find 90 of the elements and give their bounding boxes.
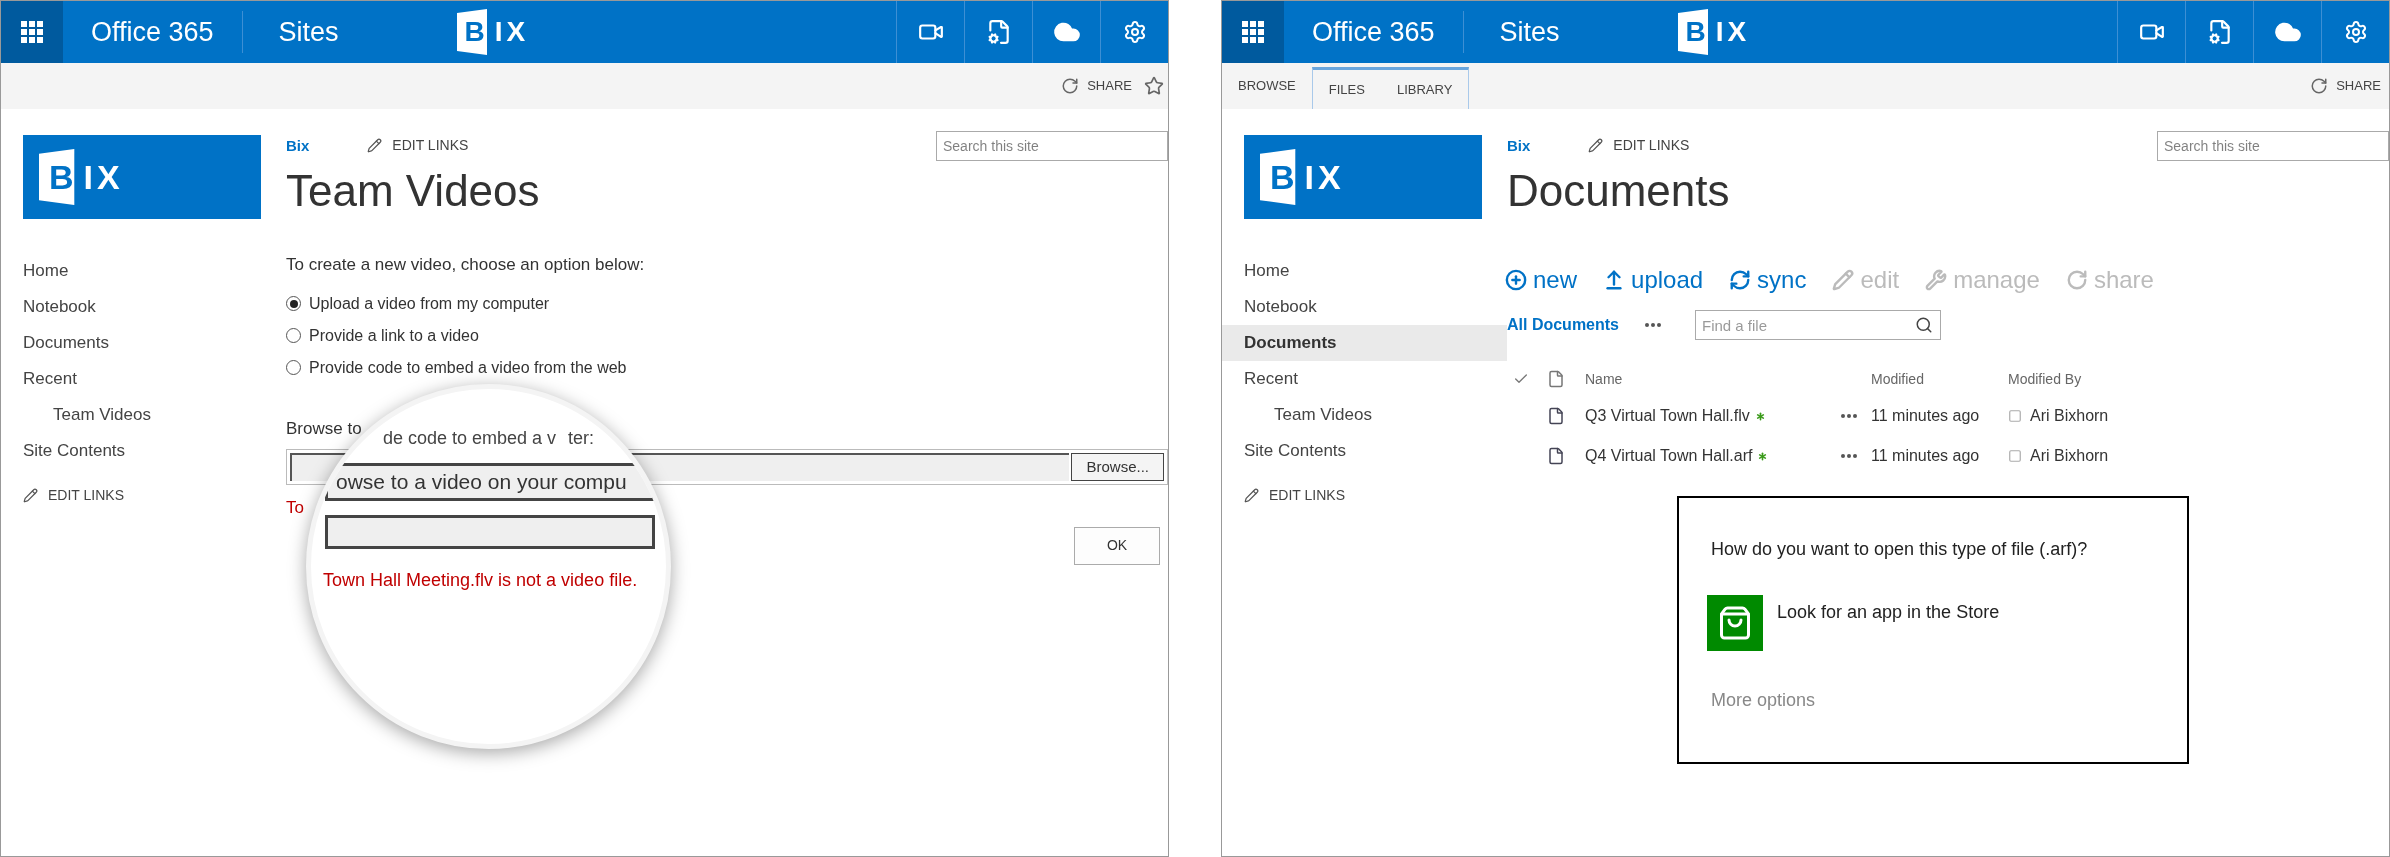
find-field[interactable]: Find a file xyxy=(1695,310,1941,340)
search-icon xyxy=(1915,316,1933,334)
app-name[interactable]: Office 365 xyxy=(1284,11,1464,53)
pencil-icon xyxy=(1244,488,1259,503)
section-title[interactable]: Sites xyxy=(242,11,457,53)
file-name-link[interactable]: Q3 Virtual Town Hall.flv xyxy=(1585,404,1750,428)
ribbon-tab[interactable]: FILES xyxy=(1312,70,1381,109)
column-header[interactable]: Name xyxy=(1585,368,1871,390)
nav-item[interactable]: Team Videos xyxy=(1,397,286,433)
presence-icon xyxy=(2008,409,2022,423)
nav-item[interactable]: Documents xyxy=(1222,325,1507,361)
pencil-icon xyxy=(1832,269,1855,291)
magnified-label: ter: xyxy=(568,429,595,447)
share-icon xyxy=(1061,77,1080,95)
page-title: Documents xyxy=(1507,165,1731,217)
settings-icon xyxy=(2343,20,2368,44)
document-icon xyxy=(1547,407,1565,425)
nav-item[interactable]: Documents xyxy=(1,325,286,361)
error-message: Town Hall Meeting.flv is not a video file. xyxy=(323,569,639,592)
dialog-question: How do you want to open this type of file (.arf)? xyxy=(1711,538,2089,561)
table-cell-text: 11 minutes ago xyxy=(1871,406,1981,426)
waffle-icon xyxy=(1242,21,1264,43)
more-button[interactable] xyxy=(1645,323,1661,327)
radio-label[interactable]: Provide code to embed a video from the web xyxy=(309,355,627,380)
intro-text: To create a new video, choose an option below: xyxy=(286,254,646,276)
nav-item[interactable]: Home xyxy=(1222,253,1507,289)
pencil-icon xyxy=(367,138,383,153)
share-button[interactable]: SHARE xyxy=(2302,63,2389,109)
view-link[interactable]: All Documents xyxy=(1507,313,1619,337)
breadcrumb-link[interactable]: Bix xyxy=(1507,135,1531,158)
magnified-label: de code to embed a v xyxy=(382,429,557,447)
ribbon-tab[interactable]: BROWSE xyxy=(1222,63,1312,109)
field-label: Browse to xyxy=(286,418,362,438)
nav-item[interactable]: Notebook xyxy=(1,289,286,325)
settings-icon xyxy=(1122,20,1147,44)
radio-label[interactable]: Provide a link to a video xyxy=(309,323,479,348)
column-header[interactable]: Modified By xyxy=(2008,368,2082,390)
nav-item[interactable]: Recent xyxy=(1222,361,1507,397)
search-field[interactable]: Search this site xyxy=(936,131,1168,161)
magnified-file-field[interactable]: owse to a video on your compu xyxy=(325,463,655,501)
radio-label[interactable]: Upload a video from my computer xyxy=(309,291,550,316)
more-options-link[interactable]: More options xyxy=(1711,687,1816,714)
sync-icon xyxy=(1729,269,1752,291)
document-icon xyxy=(1547,447,1565,465)
command-button[interactable]: sync xyxy=(1729,262,1807,298)
table-cell-text: Ari Bixhorn xyxy=(2030,406,2109,426)
nav-item[interactable]: Recent xyxy=(1,361,286,397)
share-icon xyxy=(2310,77,2329,95)
table-cell-text: Ari Bixhorn xyxy=(2030,446,2109,466)
nav-item[interactable]: Team Videos xyxy=(1222,397,1507,433)
pencil-icon xyxy=(23,488,38,503)
ribbon-tab[interactable]: LIBRARY xyxy=(1380,70,1469,109)
magnified-field[interactable] xyxy=(325,515,655,549)
section-title[interactable]: Sites xyxy=(1463,11,1678,53)
command-button[interactable]: new xyxy=(1505,262,1578,298)
store-bag-icon xyxy=(1707,595,1763,651)
app-name[interactable]: Office 365 xyxy=(63,11,243,53)
edit-links-button[interactable]: EDIT LINKS xyxy=(1,485,124,506)
edit-links-button[interactable]: EDIT LINKS xyxy=(1222,485,1345,506)
column-header[interactable]: Modified xyxy=(1871,368,2008,390)
nav-item[interactable]: Site Contents xyxy=(1,433,286,469)
waffle-icon xyxy=(21,21,43,43)
app-launcher-button[interactable] xyxy=(1222,1,1284,63)
file-name-link[interactable]: Q4 Virtual Town Hall.arf xyxy=(1585,444,1753,468)
plus-circle-icon xyxy=(1505,269,1527,291)
browse-button[interactable]: Browse... xyxy=(1071,453,1164,481)
ellipsis-icon xyxy=(1841,414,1857,418)
pencil-icon xyxy=(1588,138,1604,153)
share-button[interactable]: SHARE xyxy=(1053,63,1140,109)
page-title: Team Videos xyxy=(286,165,541,217)
nav-item[interactable]: Home xyxy=(1,253,286,289)
share-icon xyxy=(2065,269,2088,291)
ellipsis-icon xyxy=(1645,323,1661,327)
table-cell-text: 11 minutes ago xyxy=(1871,446,1981,466)
nav-item[interactable]: Site Contents xyxy=(1222,433,1507,469)
error-message: To xyxy=(286,498,304,517)
wrench-icon xyxy=(1925,269,1948,291)
presence-icon xyxy=(2008,449,2022,463)
edit-links-button[interactable]: EDIT LINKS xyxy=(367,135,469,156)
ok-button[interactable]: OK xyxy=(1074,526,1160,565)
breadcrumb-link[interactable]: Bix xyxy=(286,135,310,158)
command-button[interactable]: upload xyxy=(1603,262,1704,298)
nav-item[interactable]: Notebook xyxy=(1222,289,1507,325)
edit-links-button[interactable]: EDIT LINKS xyxy=(1588,135,1690,156)
store-option[interactable]: Look for an app in the Store xyxy=(1707,595,2000,651)
document-icon xyxy=(1547,370,1565,388)
ellipsis-icon xyxy=(1841,454,1857,458)
star-icon xyxy=(1144,76,1164,96)
search-field[interactable]: Search this site xyxy=(2157,131,2389,161)
app-launcher-button[interactable] xyxy=(1,1,63,63)
